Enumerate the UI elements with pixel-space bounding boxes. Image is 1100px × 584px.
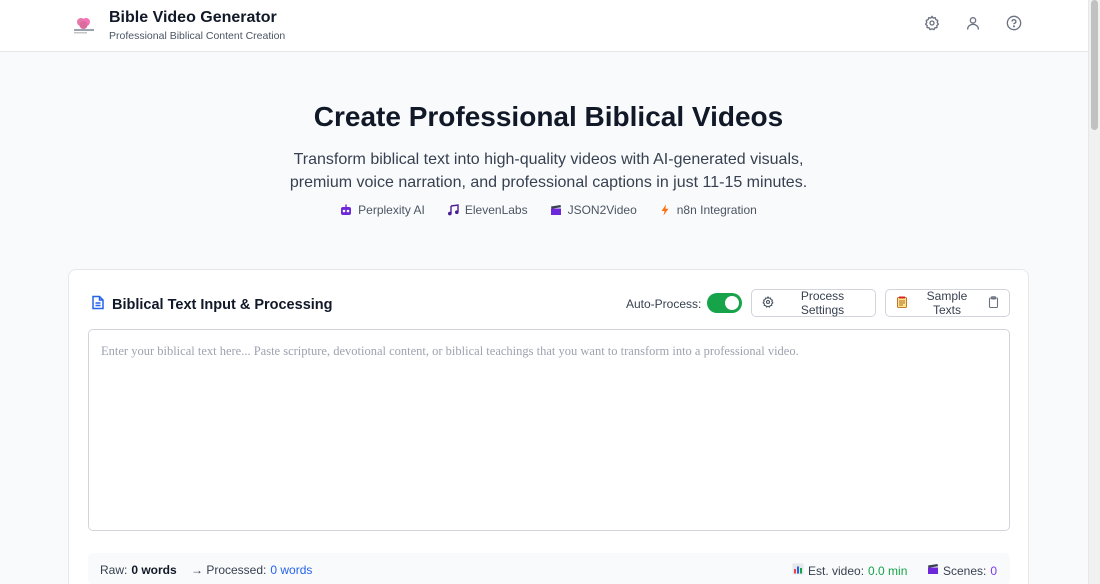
process-settings-button[interactable]: Process Settings (751, 289, 876, 317)
toggle-knob (725, 296, 739, 310)
badge-n8n: n8n Integration (659, 203, 757, 217)
processed-value: 0 words (270, 563, 313, 577)
stat-est-video: Est. video: 0.0 min (792, 563, 907, 578)
help-icon (1006, 15, 1022, 36)
badge-json2video: JSON2Video (550, 203, 637, 217)
notepad-icon (896, 296, 908, 311)
est-video-label: Est. video: (808, 563, 865, 578)
auto-process-toggle[interactable] (707, 293, 742, 313)
hero-description-line-2: premium voice narration, and professiona… (289, 174, 808, 191)
brain-logo-icon (72, 15, 96, 37)
clipboard-icon (988, 295, 999, 311)
stat-scenes: Scenes: 0 (927, 563, 997, 578)
robot-icon (340, 204, 352, 216)
settings-button[interactable] (921, 14, 943, 36)
badge-label: Perplexity AI (358, 203, 425, 217)
scenes-label: Scenes: (943, 563, 987, 578)
user-button[interactable] (962, 14, 984, 36)
lightning-icon (659, 204, 671, 216)
hero-title: Create Professional Biblical Videos (313, 101, 784, 132)
card-title-text: Biblical Text Input & Processing (112, 296, 333, 313)
bar-chart-icon (792, 563, 804, 578)
badge-label: n8n Integration (676, 203, 757, 217)
scenes-value: 0 (990, 563, 998, 578)
badge-label: JSON2Video (567, 203, 637, 217)
badge-perplexity: Perplexity AI (340, 203, 425, 217)
badge-label: ElevenLabs (464, 203, 528, 217)
clapperboard-icon (927, 563, 939, 578)
stat-processed: → Processed: 0 words (191, 563, 312, 577)
gear-icon (762, 295, 774, 311)
raw-value: 0 words (131, 563, 177, 577)
auto-process-label: Auto-Process: (626, 297, 702, 311)
stat-raw: Raw: 0 words (100, 563, 177, 577)
clapperboard-icon (550, 204, 562, 216)
integration-badges: Perplexity AI ElevenLabs JSON2Video n8n … (0, 203, 1097, 217)
process-settings-label: Process Settings (800, 289, 845, 317)
user-icon (965, 15, 981, 36)
help-button[interactable] (1003, 14, 1025, 36)
hero-description-line-1: Transform biblical text into high-qualit… (293, 151, 804, 168)
processed-label: → Processed: (191, 563, 267, 577)
biblical-text-input[interactable] (88, 329, 1010, 531)
app-subtitle: Professional Biblical Content Creation (109, 30, 286, 42)
text-input-card: Biblical Text Input & Processing Auto-Pr… (68, 269, 1029, 584)
est-video-value: 0.0 min (868, 563, 908, 578)
document-icon (91, 295, 105, 314)
sample-texts-label: Sample Texts (926, 289, 968, 317)
raw-label: Raw: (100, 563, 128, 577)
app-title: Bible Video Generator (109, 9, 277, 26)
app-header: Bible Video Generator Professional Bibli… (0, 0, 1100, 52)
gear-icon (924, 15, 940, 36)
sample-texts-button[interactable]: Sample Texts (885, 289, 1010, 317)
hero-description: Transform biblical text into high-qualit… (0, 148, 1097, 194)
card-title: Biblical Text Input & Processing (91, 295, 333, 314)
page-scrollbar[interactable] (1088, 0, 1100, 584)
word-stats-bar: Raw: 0 words → Processed: 0 words Est. v… (88, 553, 1010, 584)
badge-elevenlabs: ElevenLabs (447, 203, 528, 217)
music-note-icon (447, 204, 459, 216)
